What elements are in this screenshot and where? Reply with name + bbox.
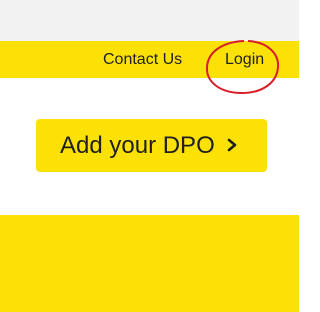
yellow-footer-band (0, 215, 299, 312)
add-your-dpo-button[interactable]: Add your DPO (36, 119, 267, 172)
login-link[interactable]: Login (225, 41, 264, 78)
contact-us-link[interactable]: Contact Us (103, 41, 182, 78)
chevron-right-icon (227, 138, 237, 152)
header-nav-bar: Contact Us Login (0, 41, 299, 78)
add-your-dpo-label: Add your DPO (60, 132, 215, 159)
top-strip (0, 0, 299, 41)
